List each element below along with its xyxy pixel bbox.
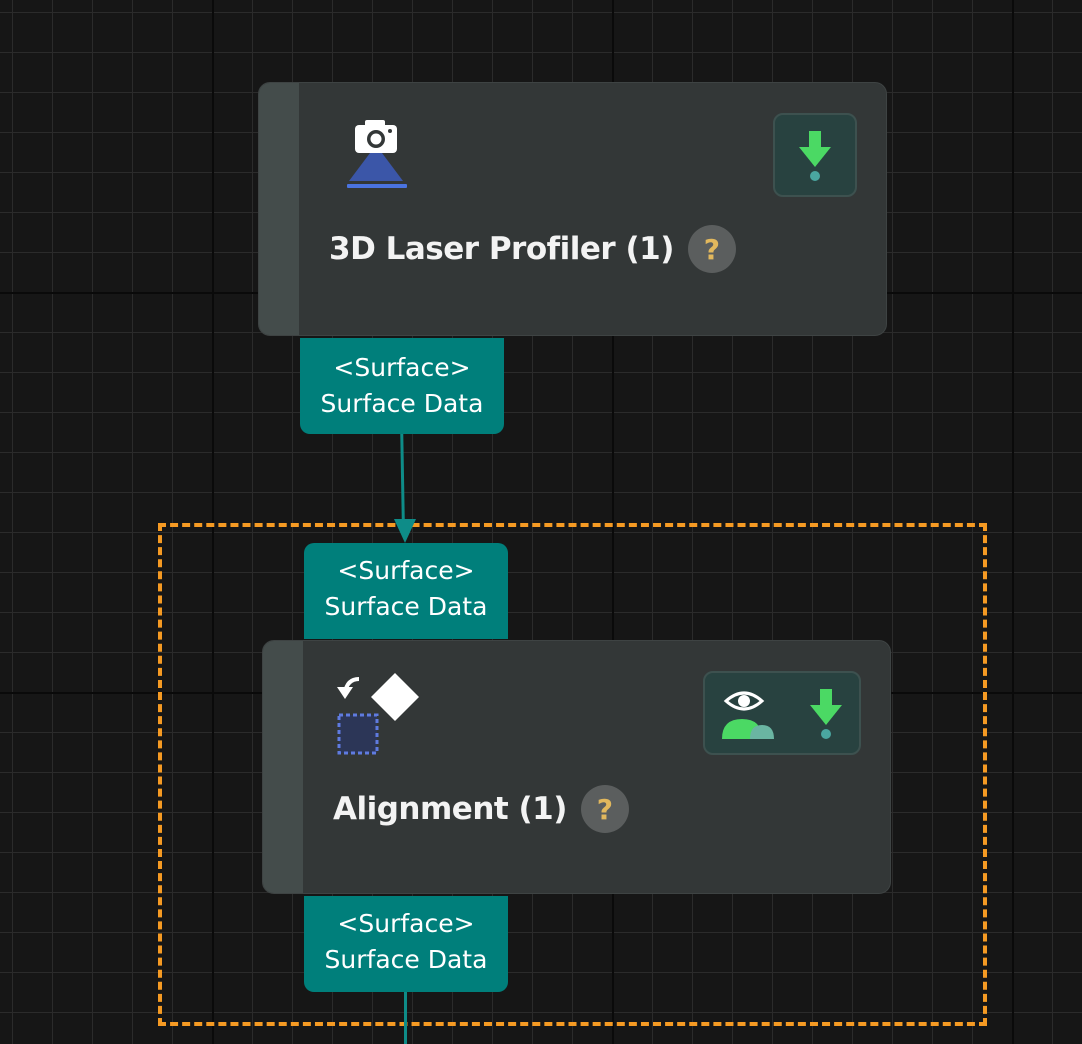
connection-line-alignment-output[interactable] [404, 990, 407, 1044]
node-side-stripe [263, 641, 303, 893]
output-port-surface-data[interactable]: <Surface> Surface Data [300, 338, 504, 434]
camera-laser-icon [347, 120, 407, 188]
output-port-surface-data[interactable]: <Surface> Surface Data [304, 896, 508, 992]
status-panel [703, 671, 861, 755]
help-icon-label: ? [703, 232, 721, 266]
port-name: Surface Data [324, 945, 488, 974]
help-icon-label: ? [596, 792, 614, 826]
node-alignment[interactable]: Alignment (1) ? [262, 640, 891, 894]
port-type: <Surface> [333, 353, 471, 382]
status-panel [773, 113, 857, 197]
visualize-icon[interactable] [718, 685, 776, 741]
port-type: <Surface> [337, 556, 475, 585]
port-type: <Surface> [337, 909, 475, 938]
download-icon[interactable] [795, 129, 835, 181]
help-icon[interactable]: ? [580, 785, 629, 833]
node-title: Alignment (1) [333, 791, 567, 827]
connection-arrow-icon [394, 519, 416, 543]
node-title: 3D Laser Profiler (1) [329, 231, 674, 267]
port-name: Surface Data [324, 592, 488, 621]
download-icon[interactable] [806, 687, 846, 739]
node-3d-laser-profiler[interactable]: 3D Laser Profiler (1) ? [258, 82, 887, 336]
input-port-surface-data[interactable]: <Surface> Surface Data [304, 543, 508, 639]
alignment-icon [337, 673, 419, 755]
node-side-stripe [259, 83, 299, 335]
connection-line-profiler-to-alignment[interactable] [400, 431, 405, 521]
port-name: Surface Data [320, 389, 484, 418]
help-icon[interactable]: ? [687, 225, 736, 273]
